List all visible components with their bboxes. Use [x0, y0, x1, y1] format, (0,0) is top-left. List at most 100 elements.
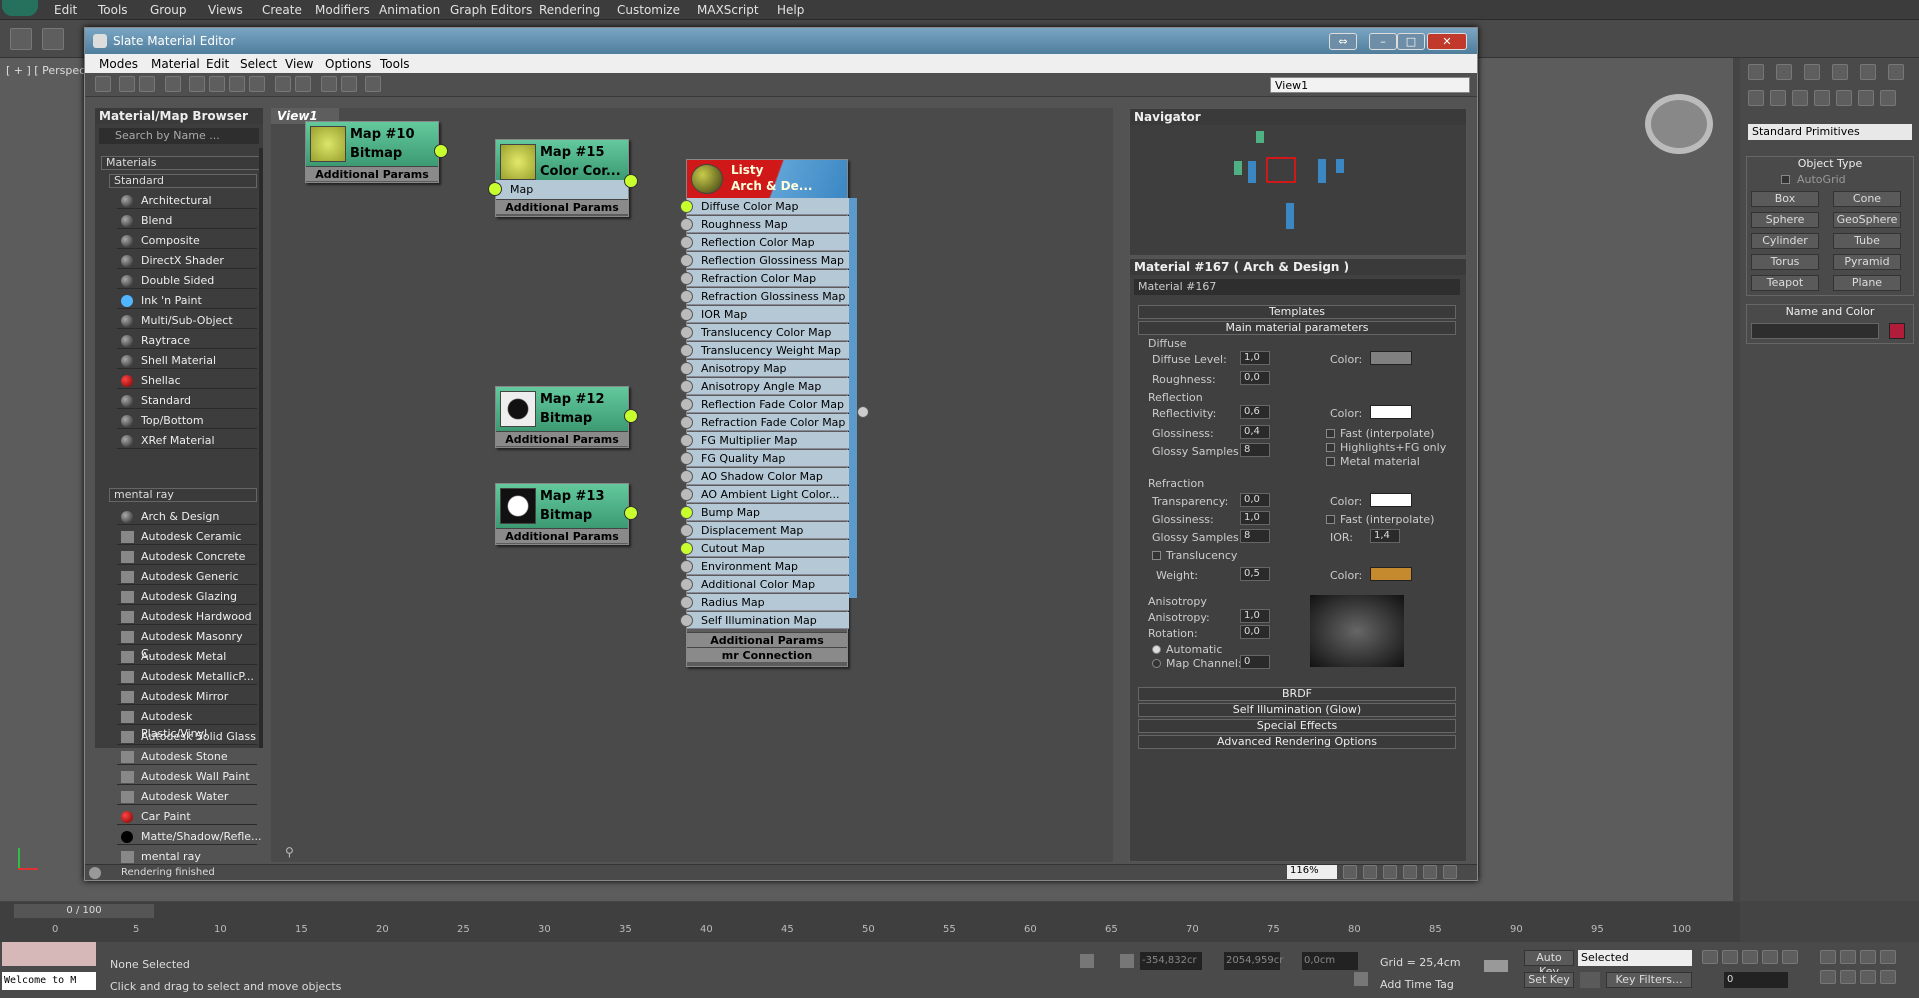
go-start-icon[interactable] [1702, 950, 1718, 964]
hierarchy-tab-icon[interactable] [1804, 64, 1820, 80]
zoom-selected-icon[interactable] [1423, 865, 1437, 879]
slot-socket[interactable] [680, 596, 693, 609]
maximize-viewport-icon[interactable] [1880, 970, 1896, 984]
teapot-button[interactable]: Teapot [1751, 275, 1819, 291]
material-slot[interactable]: Refraction Fade Color Map [680, 414, 849, 431]
unlink-icon[interactable] [42, 28, 64, 50]
zoom-all-icon[interactable] [1840, 950, 1856, 964]
node-map12[interactable]: Map #12 Bitmap Additional Params [495, 386, 638, 448]
material-slot[interactable]: FG Multiplier Map [680, 432, 849, 449]
link-icon[interactable] [10, 28, 32, 50]
menu-modifiers[interactable]: Modifiers [315, 3, 370, 17]
lock-selection-icon[interactable] [1080, 954, 1094, 968]
node-map15-params[interactable]: Additional Params [496, 199, 628, 214]
rollout-brdf[interactable]: BRDF [1138, 687, 1456, 701]
slot-socket[interactable] [680, 578, 693, 591]
z-coordinate-field[interactable]: 0,0cm [1302, 952, 1358, 970]
auto-key-button[interactable]: Auto Key [1524, 950, 1574, 978]
material-slot[interactable]: AO Shadow Color Map [680, 468, 849, 485]
material-slot[interactable]: Diffuse Color Map [680, 198, 849, 215]
material-slot[interactable]: FG Quality Map [680, 450, 849, 467]
slot-socket[interactable] [680, 344, 693, 357]
rollout-advanced-rendering[interactable]: Advanced Rendering Options [1138, 735, 1456, 749]
node-map15-output-socket[interactable] [624, 174, 638, 188]
slot-socket[interactable] [680, 542, 693, 555]
material-name-field[interactable]: Material #167 [1134, 279, 1460, 295]
material-slot[interactable]: Additional Color Map [680, 576, 849, 593]
slot-socket[interactable] [680, 506, 693, 519]
slot-socket[interactable] [680, 614, 693, 627]
systems-icon[interactable] [1880, 90, 1896, 106]
autogrid-checkbox[interactable] [1781, 175, 1790, 184]
torus-button[interactable]: Torus [1751, 254, 1819, 270]
node-map10[interactable]: Map #10 Bitmap Additional Params [305, 121, 448, 183]
translucency-checkbox[interactable] [1152, 551, 1161, 560]
slot-socket[interactable] [680, 560, 693, 573]
menu-views[interactable]: Views [208, 3, 243, 17]
menu-tools[interactable]: Tools [98, 3, 128, 17]
material-slot[interactable]: Displacement Map [680, 522, 849, 539]
zoom-extents-all-icon[interactable] [1880, 950, 1896, 964]
node-map10-params[interactable]: Additional Params [306, 166, 438, 181]
y-coordinate-field[interactable]: 2054,959cr [1224, 952, 1283, 970]
node-arch-params[interactable]: Additional Params [687, 632, 847, 647]
material-slot[interactable]: Anisotropy Angle Map [680, 378, 849, 395]
node-map13-params[interactable]: Additional Params [496, 528, 628, 543]
sphere-button[interactable]: Sphere [1751, 212, 1819, 228]
node-map15-header[interactable]: Map #15 Color Cor... [496, 140, 628, 180]
refr-samples-spinner[interactable]: 8 [1240, 529, 1270, 543]
rollout-special-effects[interactable]: Special Effects [1138, 719, 1456, 733]
orbit-icon[interactable] [1860, 970, 1876, 984]
app-logo-icon[interactable] [2, 0, 38, 16]
material-slot[interactable]: Self Illumination Map [680, 612, 849, 629]
play-icon[interactable] [1742, 950, 1758, 964]
slot-socket[interactable] [680, 236, 693, 249]
menu-animation[interactable]: Animation [379, 3, 440, 17]
anisotropy-spinner[interactable]: 1,0 [1240, 609, 1270, 623]
node-map13-output-socket[interactable] [624, 506, 638, 520]
tube-button[interactable]: Tube [1833, 233, 1901, 249]
menu-customize[interactable]: Customize [617, 3, 680, 17]
translucency-color-swatch[interactable] [1370, 567, 1412, 581]
diffuse-level-spinner[interactable]: 1,0 [1240, 351, 1270, 365]
node-map15[interactable]: Map #15 Color Cor... Map Additional Para… [488, 139, 638, 217]
reflection-color-swatch[interactable] [1370, 405, 1412, 419]
zoom-dropdown[interactable]: 116% [1287, 865, 1337, 879]
slot-socket[interactable] [680, 488, 693, 501]
pyramid-button[interactable]: Pyramid [1833, 254, 1901, 270]
zoom-icon[interactable] [1363, 865, 1377, 879]
name-color-title[interactable]: Name and Color [1747, 305, 1913, 318]
set-key-button[interactable]: Set Key [1524, 972, 1574, 988]
pan-hand-icon[interactable] [1343, 865, 1357, 879]
motion-tab-icon[interactable] [1832, 64, 1848, 80]
rotation-spinner[interactable]: 0,0 [1240, 625, 1270, 639]
zoom-region-icon[interactable] [1383, 865, 1397, 879]
add-time-tag[interactable]: Add Time Tag [1380, 978, 1454, 991]
metal-checkbox[interactable] [1326, 457, 1335, 466]
node-map15-input-socket[interactable] [488, 182, 502, 196]
timeline[interactable]: 0 / 100 0 5 10 15 20 25 30 35 40 45 50 55 60 65 70 75 80… [0, 902, 1740, 942]
key-icon[interactable] [1484, 960, 1508, 972]
cameras-icon[interactable] [1814, 90, 1830, 106]
refl-samples-spinner[interactable]: 8 [1240, 443, 1270, 457]
menu-help[interactable]: Help [777, 3, 804, 17]
geosphere-button[interactable]: GeoSphere [1833, 212, 1901, 228]
display-tab-icon[interactable] [1860, 64, 1876, 80]
node-arch-header[interactable]: Listy Arch & De... [687, 160, 847, 198]
automatic-radio[interactable] [1152, 645, 1161, 654]
ior-spinner[interactable]: 1,4 [1370, 529, 1400, 543]
map-channel-radio[interactable] [1152, 659, 1161, 668]
node-arch-design[interactable]: Listy Arch & De... Diffuse Color Map Roug… [680, 159, 869, 667]
slot-socket[interactable] [680, 416, 693, 429]
utilities-tab-icon[interactable] [1888, 64, 1904, 80]
geometry-icon[interactable] [1748, 90, 1764, 106]
material-slot[interactable]: Refraction Glossiness Map [680, 288, 849, 305]
refl-glossiness-spinner[interactable]: 0,4 [1240, 425, 1270, 439]
map-channel-spinner[interactable]: 0 [1240, 655, 1270, 669]
node-arch-mr-connection[interactable]: mr Connection [687, 647, 847, 662]
menu-rendering[interactable]: Rendering [539, 3, 600, 17]
material-slot[interactable]: Translucency Weight Map [680, 342, 849, 359]
menu-maxscript[interactable]: MAXScript [697, 3, 759, 17]
material-slot[interactable]: Reflection Fade Color Map [680, 396, 849, 413]
object-name-field[interactable] [1751, 323, 1879, 339]
